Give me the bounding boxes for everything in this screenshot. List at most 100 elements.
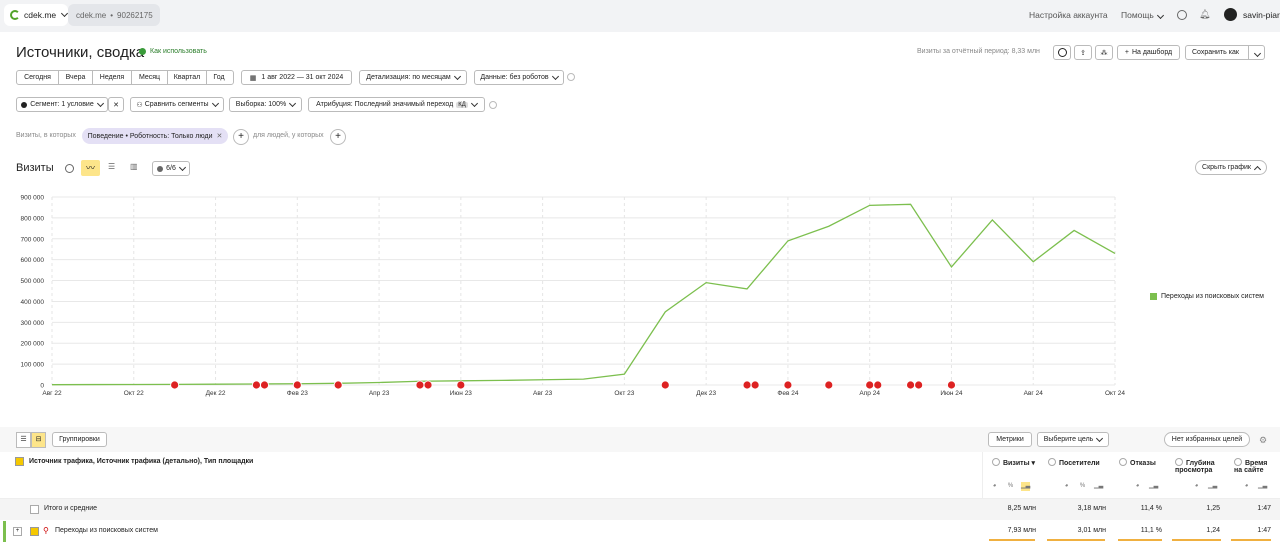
bar-icon[interactable]: ▁▃ (1094, 482, 1103, 491)
legend-checkbox[interactable] (1150, 293, 1157, 300)
bar-chart-icon[interactable]: ▥ (130, 162, 138, 171)
col-time-label: Время (1245, 460, 1268, 467)
annotation-marker (333, 380, 343, 390)
visitors-bar (1047, 539, 1105, 541)
user-name[interactable]: savin-piar (1243, 10, 1280, 20)
line-chart-button[interactable]: 〰 (81, 160, 100, 176)
attribution-dropdown[interactable]: Атрибуция: Последний значимый переход КД (308, 97, 485, 112)
howto-link[interactable]: Как использовать (150, 48, 207, 55)
hide-chart-button[interactable]: Скрыть график (1195, 160, 1267, 175)
col-depth[interactable]: Глубина просмотра (1175, 458, 1215, 474)
help-label: Помощь (1121, 10, 1154, 20)
col-visits[interactable]: Визиты ▾ (992, 458, 1035, 467)
metrics-label: Метрики (996, 436, 1024, 443)
chat-icon[interactable] (1177, 10, 1187, 20)
add-filter-button[interactable]: + (233, 129, 249, 145)
detail-label: Детализация: по месяцам (366, 74, 451, 81)
annotation-marker (456, 380, 466, 390)
data-filter-label: Данные: без роботов (480, 74, 549, 81)
filter-chip[interactable]: Поведение • Роботность: Только люди ✕ (82, 128, 228, 144)
annotation-marker (750, 380, 760, 390)
segment-label: Сегмент: 1 условие (30, 101, 94, 108)
pie-chart-icon[interactable] (65, 164, 74, 173)
list-view-button[interactable]: ☰ (16, 432, 31, 448)
save-as-button[interactable]: Сохранить как (1185, 45, 1265, 60)
help-icon[interactable] (489, 101, 497, 109)
period-week[interactable]: Неделя (93, 71, 132, 84)
percent-icon[interactable]: % (1006, 482, 1015, 491)
compare-segments-dropdown[interactable]: ⚇ Сравнить сегменты (130, 97, 224, 112)
bar-icon[interactable]: ▁▃ (1208, 482, 1217, 491)
share-button[interactable]: ⁂ (1095, 45, 1113, 60)
add-to-dashboard-button[interactable]: + На дашборд (1117, 45, 1180, 60)
row-depth: 1,24 (1206, 527, 1220, 534)
goal-dropdown[interactable]: Выберите цель (1037, 432, 1109, 447)
area-chart-icon[interactable]: ☰ (108, 162, 115, 171)
series-line (51, 203, 1116, 386)
col-bounces[interactable]: Отказы (1119, 458, 1156, 467)
period-yesterday[interactable]: Вчера (59, 71, 93, 84)
pie-icon[interactable]: ◕ (1133, 482, 1142, 491)
total-bounces: 11,4 % (1140, 505, 1162, 512)
pie-icon[interactable]: ◕ (1192, 482, 1201, 491)
data-filter-dropdown[interactable]: Данные: без роботов (474, 70, 564, 85)
col-visitors[interactable]: Посетители (1048, 458, 1100, 467)
favorite-goals-button[interactable]: Нет избранных целей (1164, 432, 1250, 447)
date-range-picker[interactable]: ▦ 1 авг 2022 — 31 окт 2024 (241, 70, 352, 85)
site-tab[interactable]: cdek.me (4, 4, 69, 26)
expand-icon[interactable]: + (13, 527, 22, 536)
bar-icon[interactable]: ▁▃ (1149, 482, 1158, 491)
pie-icon[interactable]: ◕ (990, 482, 999, 491)
pie-icon[interactable]: ◕ (1062, 482, 1071, 491)
y-tick-label: 400 000 (21, 299, 45, 306)
period-month[interactable]: Месяц (132, 71, 168, 84)
series-picker[interactable]: 6/6 (152, 161, 190, 176)
help-icon[interactable] (567, 73, 575, 81)
groupings-label: Группировки (59, 436, 100, 443)
filter-chip-label: Поведение • Роботность: Только люди (87, 132, 213, 140)
period-quarter[interactable]: Квартал (168, 71, 207, 84)
gear-icon[interactable]: ⚙ (1259, 435, 1267, 446)
period-selector: Сегодня Вчера Неделя Месяц Квартал Год (16, 70, 234, 85)
total-time: 1:47 (1257, 505, 1271, 512)
col-time[interactable]: Время на сайте (1234, 458, 1267, 474)
annotation-marker (260, 380, 269, 390)
row-bounces: 11,1 % (1140, 527, 1162, 534)
avatar[interactable] (1224, 8, 1237, 21)
percent-icon[interactable]: % (1078, 482, 1087, 491)
history-button[interactable] (1053, 45, 1071, 60)
table-row[interactable]: + ⚲ Переходы из поисковых систем 7,93 мл… (0, 521, 1280, 542)
add-condition-button[interactable]: + (330, 129, 346, 145)
x-tick-label: Окт 23 (614, 390, 634, 397)
comment-icon (157, 165, 164, 172)
sample-dropdown[interactable]: Выборка: 100% (229, 97, 302, 112)
chart-legend: Переходы из поисковых систем (1150, 293, 1264, 300)
checkbox-icon[interactable] (15, 457, 24, 466)
pie-icon[interactable]: ◕ (1242, 482, 1251, 491)
help-menu[interactable]: Помощь (1121, 10, 1164, 20)
checkbox-icon[interactable] (30, 527, 39, 536)
period-today[interactable]: Сегодня (17, 71, 59, 84)
clear-segment-button[interactable]: ✕ (108, 97, 124, 112)
period-year[interactable]: Год (207, 71, 231, 84)
tree-view-button[interactable]: ⊟ (31, 432, 46, 448)
checkbox-icon[interactable] (30, 505, 39, 514)
export-button[interactable]: ⇪ (1074, 45, 1092, 60)
bounces-bar (1118, 539, 1162, 541)
y-tick-label: 700 000 (21, 236, 45, 243)
x-tick-label: Апр 24 (859, 390, 880, 397)
bell-icon[interactable]: 🔔︎ (1199, 9, 1210, 20)
upload-icon: ⇪ (1080, 49, 1086, 57)
segment-dropdown[interactable]: Сегмент: 1 условие (16, 97, 108, 112)
bar-icon[interactable]: ▁▃ (1258, 482, 1267, 491)
x-tick-label: Авг 22 (42, 390, 62, 397)
close-icon[interactable]: ✕ (216, 132, 222, 140)
groupings-button[interactable]: Группировки (52, 432, 107, 447)
info-icon (139, 48, 146, 55)
filter-prefix: Визиты, в которых (16, 132, 76, 139)
bar-icon[interactable]: ▁▃ (1021, 482, 1030, 491)
metrics-button[interactable]: Метрики (988, 432, 1032, 447)
counter-tab[interactable]: cdek.me • 90262175 (68, 4, 160, 26)
account-settings-link[interactable]: Настройка аккаунта (1029, 10, 1108, 20)
detail-dropdown[interactable]: Детализация: по месяцам (359, 70, 467, 85)
